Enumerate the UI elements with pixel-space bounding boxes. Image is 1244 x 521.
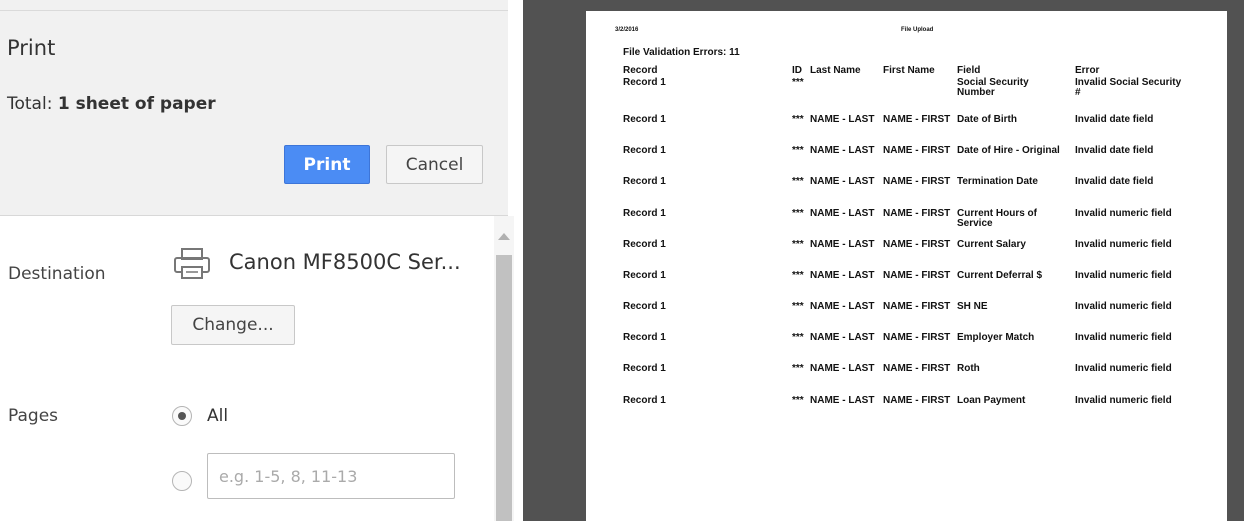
- cell-record: Record 1: [623, 208, 666, 219]
- cell-record: Record 1: [623, 176, 666, 187]
- pages-label: Pages: [8, 406, 59, 426]
- col-header-record: Record: [623, 65, 658, 76]
- cell-first: NAME - FIRST: [883, 239, 951, 250]
- cell-error: Invalid numeric field: [1075, 363, 1172, 374]
- validation-errors-count: File Validation Errors: 11: [623, 47, 740, 58]
- cell-id: ***: [792, 114, 804, 125]
- cell-first: NAME - FIRST: [883, 208, 951, 219]
- cell-record: Record 1: [623, 77, 666, 88]
- total-value: 1 sheet of paper: [57, 94, 216, 114]
- cell-field: Loan Payment: [957, 395, 1026, 406]
- cell-record: Record 1: [623, 145, 666, 156]
- cell-first: NAME - FIRST: [883, 363, 951, 374]
- cell-error: Invalid numeric field: [1075, 332, 1172, 343]
- cell-first: NAME - FIRST: [883, 301, 951, 312]
- document-header-title: File Upload: [901, 27, 934, 33]
- cell-last: NAME - LAST: [810, 114, 875, 125]
- total-label: Total:: [7, 94, 53, 114]
- pages-range-input[interactable]: [207, 453, 455, 499]
- top-divider: [0, 0, 508, 11]
- cell-id: ***: [792, 270, 804, 281]
- cell-record: Record 1: [623, 114, 666, 125]
- cell-first: NAME - FIRST: [883, 395, 951, 406]
- cell-id: ***: [792, 395, 804, 406]
- print-preview-area: 3/2/2016 File Upload File Validation Err…: [523, 0, 1244, 521]
- pages-all-radio[interactable]: [172, 406, 192, 426]
- cell-last: NAME - LAST: [810, 395, 875, 406]
- cell-first: NAME - FIRST: [883, 145, 951, 156]
- settings-list: Destination Canon MF8500C Ser... Change.…: [0, 216, 508, 521]
- cell-error: Invalid numeric field: [1075, 395, 1172, 406]
- cell-last: NAME - LAST: [810, 176, 875, 187]
- cell-id: ***: [792, 332, 804, 343]
- cell-id: ***: [792, 176, 804, 187]
- cell-field: Termination Date: [957, 176, 1038, 187]
- cell-error: Invalid numeric field: [1075, 239, 1172, 250]
- preview-page: 3/2/2016 File Upload File Validation Err…: [586, 11, 1227, 521]
- scrollbar-thumb[interactable]: [496, 255, 512, 521]
- cell-last: NAME - LAST: [810, 363, 875, 374]
- cell-id: ***: [792, 145, 804, 156]
- cell-error: Invalid Social Security #: [1075, 77, 1182, 98]
- cell-id: ***: [792, 239, 804, 250]
- cell-field: Current Deferral $: [957, 270, 1043, 281]
- cell-field: SH NE: [957, 301, 988, 312]
- printer-icon: [174, 248, 210, 279]
- cell-last: NAME - LAST: [810, 332, 875, 343]
- cell-last: NAME - LAST: [810, 270, 875, 281]
- cell-field: Social Security Number: [957, 77, 1029, 98]
- cell-error: Invalid date field: [1075, 176, 1154, 187]
- cell-error: Invalid numeric field: [1075, 208, 1172, 219]
- cell-first: NAME - FIRST: [883, 114, 951, 125]
- cell-error: Invalid numeric field: [1075, 301, 1172, 312]
- pages-all-label[interactable]: All: [207, 406, 228, 426]
- cell-last: NAME - LAST: [810, 145, 875, 156]
- radio-selected-dot: [178, 412, 186, 420]
- col-header-last-name: Last Name: [810, 65, 861, 76]
- cell-field: Date of Birth: [957, 114, 1017, 125]
- print-header: Print Total: 1 sheet of paper Print Canc…: [0, 0, 508, 216]
- cell-record: Record 1: [623, 395, 666, 406]
- cell-error: Invalid date field: [1075, 145, 1154, 156]
- col-header-id: ID: [792, 65, 802, 76]
- cell-field: Roth: [957, 363, 980, 374]
- cell-first: NAME - FIRST: [883, 176, 951, 187]
- cell-field: Current Hours of Service: [957, 208, 1037, 229]
- cell-record: Record 1: [623, 270, 666, 281]
- cell-error: Invalid numeric field: [1075, 270, 1172, 281]
- cell-record: Record 1: [623, 239, 666, 250]
- change-destination-button[interactable]: Change...: [171, 305, 295, 345]
- cell-field: Employer Match: [957, 332, 1035, 343]
- total-summary: Total: 1 sheet of paper: [7, 94, 216, 114]
- cell-last: NAME - LAST: [810, 208, 875, 219]
- settings-scrollbar[interactable]: [494, 216, 514, 521]
- cell-record: Record 1: [623, 363, 666, 374]
- pages-custom-radio[interactable]: [172, 471, 192, 491]
- cell-error: Invalid date field: [1075, 114, 1154, 125]
- cancel-button[interactable]: Cancel: [386, 145, 483, 184]
- col-header-field: Field: [957, 65, 981, 76]
- cell-id: ***: [792, 363, 804, 374]
- scroll-up-arrow-icon[interactable]: [498, 233, 510, 240]
- cell-last: NAME - LAST: [810, 239, 875, 250]
- cell-id: ***: [792, 301, 804, 312]
- cell-id: ***: [792, 208, 804, 219]
- cell-first: NAME - FIRST: [883, 332, 951, 343]
- cell-first: NAME - FIRST: [883, 270, 951, 281]
- col-header-first-name: First Name: [883, 65, 935, 76]
- cell-record: Record 1: [623, 301, 666, 312]
- page-title: Print: [7, 36, 56, 60]
- document-date: 3/2/2016: [615, 27, 639, 33]
- cell-last: NAME - LAST: [810, 301, 875, 312]
- col-header-error: Error: [1075, 65, 1100, 76]
- cell-field: Date of Hire - Original: [957, 145, 1060, 156]
- cell-record: Record 1: [623, 332, 666, 343]
- destination-printer-name: Canon MF8500C Ser...: [229, 250, 461, 274]
- cell-id: ***: [792, 77, 804, 88]
- destination-label: Destination: [8, 264, 106, 284]
- cell-field: Current Salary: [957, 239, 1026, 250]
- print-button[interactable]: Print: [284, 145, 370, 184]
- print-settings-panel: Print Total: 1 sheet of paper Print Canc…: [0, 0, 523, 521]
